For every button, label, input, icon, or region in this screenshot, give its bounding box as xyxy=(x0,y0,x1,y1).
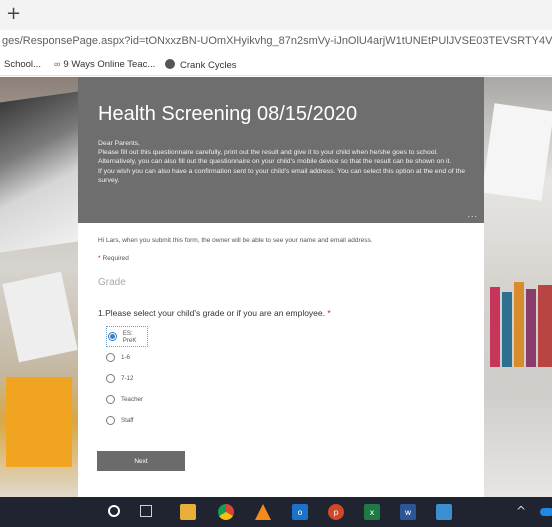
required-label: Required xyxy=(102,255,129,262)
task-view-icon[interactable] xyxy=(140,505,152,517)
radio-button[interactable] xyxy=(106,374,115,383)
orange-folder-image xyxy=(6,377,72,467)
question-title: 1.Please select your child's grade or if… xyxy=(98,308,331,318)
paper-image xyxy=(482,103,552,201)
outlook-icon[interactable]: o xyxy=(292,504,308,520)
bookmark-label: School... xyxy=(4,59,41,70)
bookmark-school[interactable]: School... xyxy=(4,59,41,70)
photos-icon[interactable] xyxy=(436,504,452,520)
option-label[interactable]: 1-6 xyxy=(121,354,130,361)
radio-button[interactable] xyxy=(106,353,115,362)
url-text[interactable]: ges/ResponsePage.aspx?id=tONxxzBN-UOmXHy… xyxy=(2,35,552,47)
binder-image xyxy=(514,282,524,367)
start-icon[interactable] xyxy=(108,505,120,517)
option-label[interactable]: Staff xyxy=(121,417,134,424)
option-1-6[interactable]: 1-6 xyxy=(106,347,256,368)
windows-taskbar: o p x w ^ xyxy=(0,497,552,527)
option-staff[interactable]: Staff xyxy=(106,410,256,431)
description-paragraph: If you wish you can also have a confirma… xyxy=(98,167,466,184)
required-star: * xyxy=(98,255,101,262)
description-greeting: Dear Parents, xyxy=(98,140,140,147)
bookmark-crank-cycles[interactable]: Crank Cycles xyxy=(165,59,237,71)
form-card: Health Screening 08/15/2020 Dear Parents… xyxy=(78,77,484,497)
chevron-up-icon[interactable]: ^ xyxy=(516,504,526,518)
required-indicator: * Required xyxy=(98,255,129,262)
question-text: 1.Please select your child's grade or if… xyxy=(98,308,325,318)
radio-button[interactable] xyxy=(106,416,115,425)
next-button[interactable]: Next xyxy=(97,451,185,471)
file-explorer-icon[interactable] xyxy=(180,504,196,520)
binder-image xyxy=(538,285,552,367)
bookmark-label: Crank Cycles xyxy=(180,60,237,71)
more-options-icon[interactable]: ... xyxy=(467,209,478,219)
binder-image xyxy=(502,292,512,367)
binder-image xyxy=(490,287,500,367)
form-description: Dear Parents, Please fill out this quest… xyxy=(98,139,468,185)
laptop-image xyxy=(0,91,78,253)
required-star: * xyxy=(327,308,331,318)
excel-icon[interactable]: x xyxy=(364,504,380,520)
browser-tab-bar: + xyxy=(0,0,552,30)
address-bar[interactable]: ges/ResponsePage.aspx?id=tONxxzBN-UOmXHy… xyxy=(0,30,552,54)
option-label[interactable]: 7-12 xyxy=(121,375,133,382)
option-7-12[interactable]: 7-12 xyxy=(106,368,256,389)
binder-image xyxy=(526,289,536,367)
vlc-icon[interactable] xyxy=(255,504,271,520)
description-paragraph: Please fill out this questionnaire caref… xyxy=(98,149,452,166)
bookmark-9-ways-online-teaching[interactable]: ∞ 9 Ways Online Teac... xyxy=(54,59,155,70)
onedrive-icon[interactable] xyxy=(540,508,552,516)
bookmarks-bar: School... ∞ 9 Ways Online Teac... Crank C… xyxy=(0,54,552,76)
form-title: Health Screening 08/15/2020 xyxy=(98,103,358,125)
option-teacher[interactable]: Teacher xyxy=(106,389,256,410)
option-es-prek[interactable]: ES: PreK xyxy=(106,326,148,347)
globe-icon xyxy=(165,59,175,69)
link-icon: ∞ xyxy=(54,59,61,69)
section-title: Grade xyxy=(98,277,126,288)
grade-options: ES: PreK 1-6 7-12 Teacher Staff xyxy=(106,326,256,431)
new-tab-button[interactable]: + xyxy=(6,3,21,24)
form-header: Health Screening 08/15/2020 Dear Parents… xyxy=(78,77,484,223)
radio-button-checked[interactable] xyxy=(108,332,117,341)
radio-dot xyxy=(109,334,115,339)
word-icon[interactable]: w xyxy=(400,504,416,520)
option-label[interactable]: ES: PreK xyxy=(123,330,147,344)
option-label[interactable]: Teacher xyxy=(121,396,143,403)
powerpoint-icon[interactable]: p xyxy=(328,504,344,520)
bookmark-label: 9 Ways Online Teac... xyxy=(63,59,156,70)
radio-button[interactable] xyxy=(106,395,115,404)
owner-notice: Hi Lars, when you submit this form, the … xyxy=(98,237,373,244)
chrome-icon[interactable] xyxy=(218,504,234,520)
